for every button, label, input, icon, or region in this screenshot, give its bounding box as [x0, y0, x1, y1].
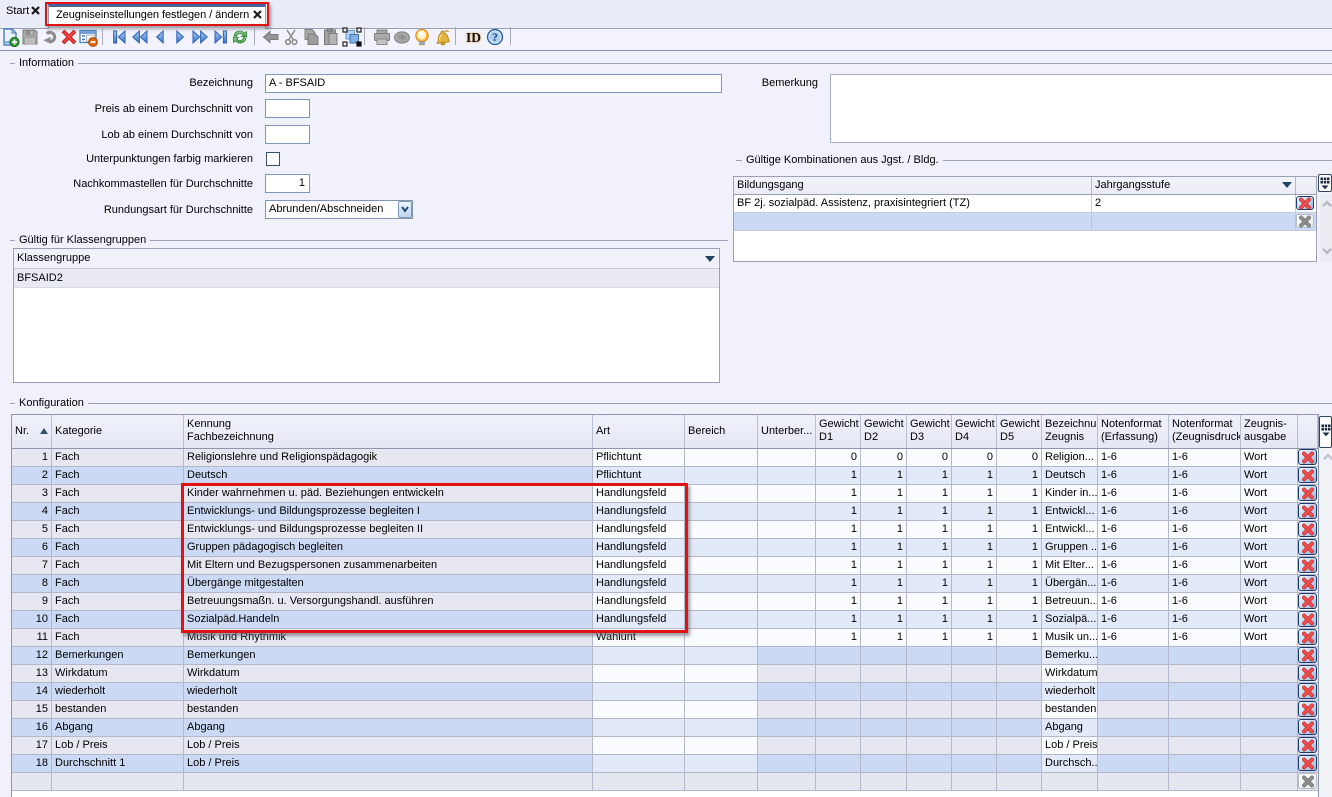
svg-text:?: ? — [492, 32, 498, 44]
